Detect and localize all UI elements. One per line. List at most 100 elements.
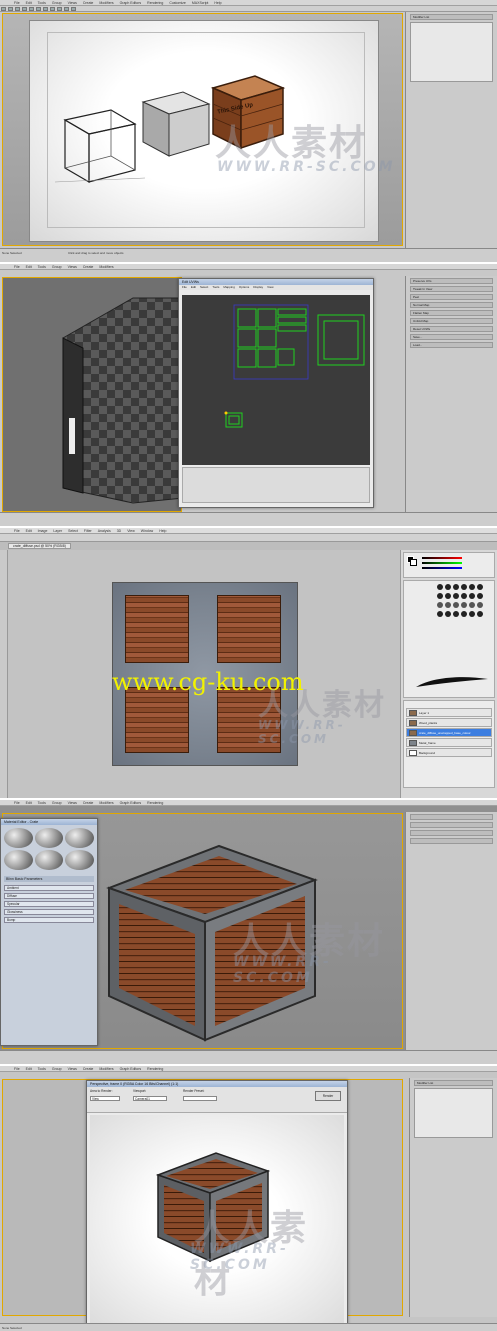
menu-edit[interactable]: Edit [26,265,32,269]
tweak-in-view-button[interactable]: Tweak In View [410,286,493,292]
material-sample-slots[interactable] [1,825,97,873]
ps-menu-file[interactable]: File [14,529,20,533]
move-icon[interactable] [22,7,27,11]
menu-tools[interactable]: Tools [38,265,46,269]
menu-group[interactable]: Group [52,801,62,805]
ps-menu-filter[interactable]: Filter [84,529,92,533]
ps-menu-image[interactable]: Image [38,529,48,533]
menu-group[interactable]: Group [52,1067,62,1071]
render-button[interactable]: Render [315,1091,341,1101]
load-button[interactable]: Load... [410,342,493,348]
color-slider-r[interactable] [422,557,462,559]
color-slider-g[interactable] [422,562,462,564]
uv-bottom-controls[interactable] [182,467,370,503]
command-row[interactable] [410,838,493,844]
menu-create[interactable]: Create [83,801,94,805]
viewport-select[interactable]: Camera01 [133,1096,167,1101]
preserve-uvs-option[interactable]: Preserve UVs [410,278,493,284]
menu-file[interactable]: File [14,1,20,5]
render-preset-select[interactable] [183,1096,217,1101]
ps-menu-3d[interactable]: 3D [117,529,121,533]
menu-graph-editors[interactable]: Graph Editors [120,1067,142,1071]
redo-icon[interactable] [8,7,13,11]
uv-menu-edit[interactable]: Edit [191,285,196,290]
uv-menu-tools[interactable]: Tools [212,285,219,290]
menu-create[interactable]: Create [83,1067,94,1071]
menu-create[interactable]: Create [83,265,94,269]
reset-uvws-button[interactable]: Reset UVWs [410,326,493,332]
uv-menu-display[interactable]: Display [253,285,263,290]
render-setup-icon[interactable] [64,7,69,11]
render-icon[interactable] [71,7,76,11]
ps-menu-edit[interactable]: Edit [26,529,32,533]
uv-menu-select[interactable]: Select [200,285,208,290]
unfold-map-button[interactable]: Unfold Map [410,318,493,324]
uv-menu-view[interactable]: View [267,285,273,290]
menu-rendering[interactable]: Rendering [147,801,163,805]
map-slot[interactable]: Bump [4,917,94,923]
snap-icon[interactable] [43,7,48,11]
perspective-viewport[interactable]: This Side Up 人人素材 WWW.RR-SC.COM [2,13,403,246]
save-button[interactable]: Save... [410,334,493,340]
menu-group[interactable]: Group [52,1,62,5]
undo-icon[interactable] [1,7,6,11]
menu-edit[interactable]: Edit [26,1,32,5]
map-slot[interactable]: Glossiness [4,909,94,915]
material-editor-dialog[interactable]: Material Editor - Crate Blinn Basic Para… [0,818,98,1046]
align-icon[interactable] [57,7,62,11]
layer-item-selected[interactable]: crate_diffuse_unwrapped_base_colour [406,728,492,737]
modifier-list-dropdown[interactable]: Modifier List [410,14,493,20]
menu-file[interactable]: File [14,1067,20,1071]
rotate-icon[interactable] [29,7,34,11]
menu-views[interactable]: Views [68,801,77,805]
wireframe-crate[interactable] [55,98,145,188]
menu-edit[interactable]: Edit [26,1067,32,1071]
color-panel[interactable] [403,552,495,578]
flatten-map-button[interactable]: Flatten Map [410,310,493,316]
menu-file[interactable]: File [14,265,20,269]
menu-views[interactable]: Views [68,1,77,5]
menu-views[interactable]: Views [68,265,77,269]
menu-file[interactable]: File [14,801,20,805]
layers-panel[interactable]: Layer 1 Wood_planks crate_diffuse_unwrap… [403,700,495,788]
ps-menu-select[interactable]: Select [68,529,78,533]
modifier-stack[interactable] [414,1088,493,1138]
menu-tools[interactable]: Tools [38,1,46,5]
menu-tools[interactable]: Tools [38,1067,46,1071]
uv-menu-options[interactable]: Options [239,285,249,290]
layer-item[interactable]: Metal_frame [406,738,492,747]
area-to-render-select[interactable]: View [90,1096,120,1101]
layer-item[interactable]: Background [406,748,492,757]
scale-icon[interactable] [36,7,41,11]
normal-map-button[interactable]: Normal Map [410,302,493,308]
menu-rendering[interactable]: Rendering [147,1,163,5]
modifier-stack[interactable] [410,22,493,82]
menu-modifiers[interactable]: Modifiers [99,1067,113,1071]
menu-modifiers[interactable]: Modifiers [99,265,113,269]
ps-menu-layer[interactable]: Layer [53,529,62,533]
unwrap-viewport[interactable] [2,277,182,512]
color-slider-b[interactable] [422,567,462,569]
menu-modifiers[interactable]: Modifiers [99,801,113,805]
menu-rendering[interactable]: Rendering [147,1067,163,1071]
background-swatch[interactable] [410,559,417,566]
menu-graph-editors[interactable]: Graph Editors [120,1,142,5]
modifier-list-dropdown[interactable]: Modifier List [414,1080,493,1086]
command-row[interactable] [410,830,493,836]
menu-views[interactable]: Views [68,1067,77,1071]
menu-edit[interactable]: Edit [26,801,32,805]
menu-graph-editors[interactable]: Graph Editors [120,801,142,805]
layer-item[interactable]: Layer 1 [406,708,492,717]
menu-create[interactable]: Create [83,1,94,5]
ps-menu-window[interactable]: Window [141,529,153,533]
brushes-panel[interactable] [403,580,495,698]
menu-group[interactable]: Group [52,265,62,269]
command-row[interactable] [410,822,493,828]
mirror-icon[interactable] [50,7,55,11]
menu-tools[interactable]: Tools [38,801,46,805]
ps-doc-tab[interactable]: crate_diffuse.psd @ 50% (RGB/8) [8,543,71,549]
ps-menu-analysis[interactable]: Analysis [98,529,111,533]
uv-menu-mapping[interactable]: Mapping [223,285,235,290]
select-icon[interactable] [15,7,20,11]
ps-menu-help[interactable]: Help [159,529,166,533]
